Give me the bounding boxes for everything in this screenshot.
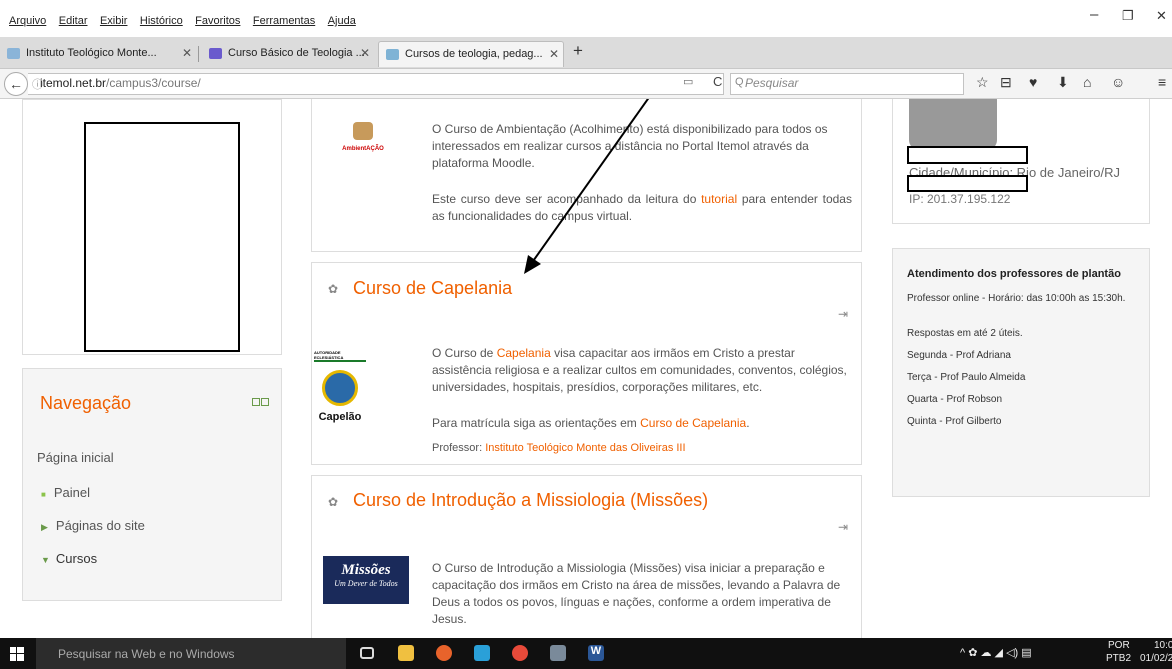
taskbar-search-input[interactable]: Pesquisar na Web e no Windows bbox=[36, 638, 346, 669]
menu-icon[interactable]: ≡ bbox=[1158, 74, 1166, 90]
reader-view-icon[interactable]: ▭ bbox=[683, 75, 693, 88]
menu-ferramentas[interactable]: Ferramentas bbox=[253, 15, 315, 27]
new-tab-button[interactable]: + bbox=[573, 41, 583, 61]
url-path: /campus3/course/ bbox=[106, 76, 201, 90]
downloads-icon[interactable]: ⬇ bbox=[1057, 74, 1069, 91]
url-host: itemol.net.br bbox=[40, 76, 107, 90]
back-button[interactable]: ← bbox=[4, 72, 28, 96]
pocket-icon[interactable]: ♥ bbox=[1029, 74, 1037, 90]
menu-items: Arquivo Editar Exibir Histórico Favorito… bbox=[9, 11, 364, 29]
reload-button[interactable]: C bbox=[713, 74, 722, 89]
restore-button[interactable]: ❐ bbox=[1122, 8, 1134, 24]
minimize-button[interactable]: – bbox=[1090, 6, 1098, 23]
tab-close-icon[interactable]: ✕ bbox=[360, 46, 370, 60]
tab-bar: Instituto Teológico Monte... ✕ Curso Bás… bbox=[0, 37, 1172, 69]
file-explorer-icon[interactable] bbox=[398, 645, 414, 661]
home-icon[interactable]: ⌂ bbox=[1083, 74, 1091, 90]
url-text[interactable]: itemol.net.br/campus3/course/ bbox=[40, 76, 201, 90]
search-icon: Q bbox=[735, 76, 744, 88]
tab-label: Cursos de teologia, pedag... bbox=[405, 48, 543, 60]
menu-ajuda[interactable]: Ajuda bbox=[328, 15, 356, 27]
close-window-button[interactable]: ✕ bbox=[1156, 8, 1167, 24]
clock-time[interactable]: 10:02 bbox=[1154, 640, 1172, 651]
task-view-icon[interactable] bbox=[360, 647, 374, 659]
menu-arquivo[interactable]: Arquivo bbox=[9, 15, 46, 27]
menu-editar[interactable]: Editar bbox=[59, 15, 88, 27]
tray-icons[interactable]: ^ ✿ ☁ ◢ ◁) ▤ bbox=[960, 646, 1032, 659]
tab-curso-basico[interactable]: Curso Básico de Teologia ... ✕ bbox=[202, 41, 374, 67]
tab-favicon-icon bbox=[209, 48, 222, 59]
tab-favicon-icon bbox=[386, 49, 399, 60]
lang-bottom[interactable]: PTB2 bbox=[1106, 653, 1131, 664]
menu-favoritos[interactable]: Favoritos bbox=[195, 15, 240, 27]
tab-close-icon[interactable]: ✕ bbox=[549, 47, 559, 61]
firefox-icon[interactable] bbox=[436, 645, 452, 661]
tab-favicon-icon bbox=[7, 48, 20, 59]
tab-divider bbox=[198, 46, 199, 62]
annotation-arrow bbox=[524, 99, 650, 274]
bookmark-star-icon[interactable]: ☆ bbox=[976, 74, 989, 91]
tab-label: Curso Básico de Teologia ... bbox=[228, 47, 365, 59]
lang-top[interactable]: POR bbox=[1108, 640, 1130, 651]
windows-start-icon[interactable] bbox=[10, 647, 24, 661]
tab-cursos-teologia[interactable]: Cursos de teologia, pedag... ✕ bbox=[378, 41, 564, 67]
tab-label: Instituto Teológico Monte... bbox=[26, 47, 157, 59]
clock-date[interactable]: 01/02/2016 bbox=[1140, 653, 1172, 664]
search-placeholder: Pesquisar bbox=[745, 76, 799, 90]
chrome-icon[interactable] bbox=[512, 645, 528, 661]
media-player-icon[interactable] bbox=[474, 645, 490, 661]
bookmarks-icon[interactable]: ⊟ bbox=[1000, 74, 1012, 91]
word-icon[interactable]: W bbox=[588, 645, 604, 661]
page-content: Navegação Página inicial ■ Painel ▶ Página… bbox=[0, 99, 1172, 638]
app-icon[interactable] bbox=[550, 645, 566, 661]
tab-instituto[interactable]: Instituto Teológico Monte... ✕ bbox=[0, 41, 196, 67]
menu-historico[interactable]: Histórico bbox=[140, 15, 183, 27]
menu-bar: Arquivo Editar Exibir Histórico Favorito… bbox=[0, 0, 1172, 37]
tab-close-icon[interactable]: ✕ bbox=[182, 46, 192, 60]
menu-exibir[interactable]: Exibir bbox=[100, 15, 128, 27]
hello-icon[interactable]: ☺ bbox=[1111, 74, 1125, 90]
